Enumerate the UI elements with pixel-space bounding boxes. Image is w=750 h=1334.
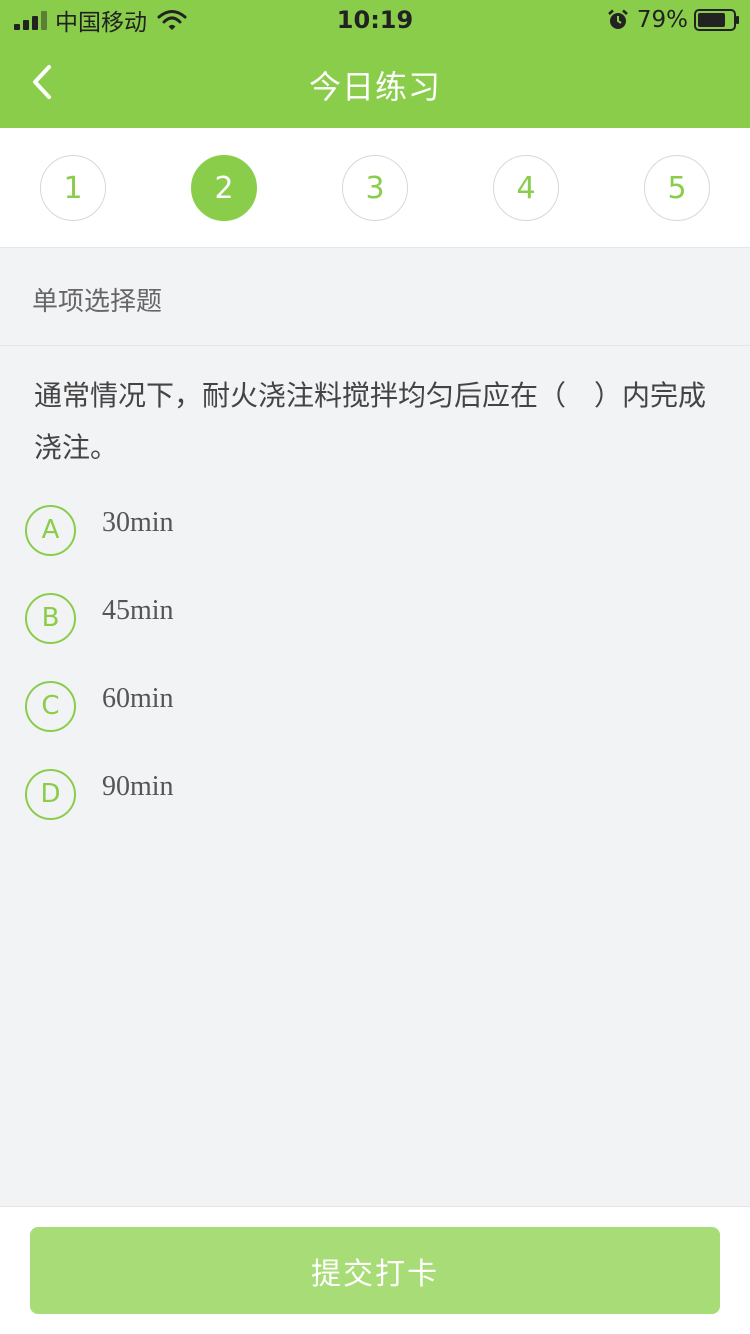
- option-letter: B: [25, 592, 76, 644]
- battery-icon: [694, 9, 739, 31]
- question-type-label: 单项选择题: [32, 287, 163, 317]
- battery-percent: 79%: [636, 7, 688, 33]
- question-step-indicator: 1 2 3 4 5: [0, 128, 750, 248]
- option-c[interactable]: C 60min: [25, 678, 625, 734]
- step-1[interactable]: 1: [40, 155, 106, 221]
- status-bar: 中国移动 10:19 79%: [0, 0, 750, 40]
- status-right: 79%: [607, 6, 740, 34]
- alarm-icon: [608, 9, 628, 29]
- option-text: 45min: [102, 595, 174, 626]
- footer: 提交打卡: [0, 1206, 750, 1334]
- practice-page: 中国移动 10:19 79% 今日练习 1 2 3 4 5 单项选择题 通常情况…: [0, 0, 750, 1334]
- option-text: 90min: [102, 771, 174, 802]
- option-text: 30min: [102, 507, 174, 538]
- option-d[interactable]: D 90min: [25, 766, 625, 822]
- question-text: 通常情况下，耐火浇注料搅拌均匀后应在（ ）内完成浇注。: [34, 379, 707, 464]
- option-letter: D: [25, 768, 76, 820]
- option-a[interactable]: A 30min: [25, 502, 625, 558]
- option-b[interactable]: B 45min: [25, 590, 625, 646]
- step-4[interactable]: 4: [493, 155, 559, 221]
- option-text: 60min: [102, 683, 174, 714]
- step-5[interactable]: 5: [644, 155, 710, 221]
- submit-checkin-button[interactable]: 提交打卡: [30, 1227, 720, 1314]
- step-2[interactable]: 2: [191, 155, 257, 221]
- header: 中国移动 10:19 79% 今日练习: [0, 0, 750, 128]
- nav-bar: 今日练习: [0, 40, 750, 128]
- question-type-bar: 单项选择题: [0, 249, 750, 346]
- option-letter: C: [25, 680, 76, 732]
- page-title: 今日练习: [308, 68, 441, 106]
- step-3[interactable]: 3: [342, 155, 408, 221]
- option-letter: A: [25, 504, 76, 556]
